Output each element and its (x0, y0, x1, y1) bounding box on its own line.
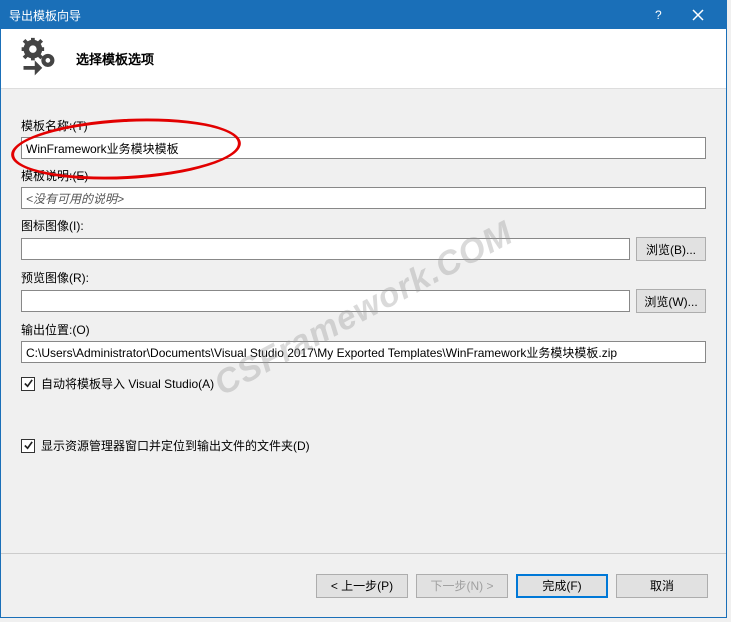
wizard-footer: < 上一步(P) 下一步(N) > 完成(F) 取消 (1, 553, 726, 617)
titlebar: 导出模板向导 ? (1, 1, 726, 29)
preview-image-label: 预览图像(R): (21, 269, 89, 286)
wizard-window: 导出模板向导 ? 选择模 (0, 0, 727, 618)
window-title: 导出模板向导 (9, 7, 638, 24)
checkbox-checked-icon (21, 377, 35, 391)
auto-import-label: 自动将模板导入 Visual Studio(A) (41, 375, 214, 392)
svg-text:?: ? (655, 9, 662, 21)
preview-image-input[interactable] (21, 290, 630, 312)
icon-image-row: 图标图像(I): 浏览(B)... (21, 217, 706, 261)
gear-icon (16, 36, 61, 81)
output-location-row: 输出位置:(O) (21, 321, 706, 363)
template-name-label: 模板名称:(T) (21, 117, 88, 134)
next-button: 下一步(N) > (416, 574, 508, 598)
show-explorer-checkbox-row[interactable]: 显示资源管理器窗口并定位到输出文件的文件夹(D) (21, 437, 706, 454)
icon-image-input[interactable] (21, 238, 630, 260)
icon-image-label: 图标图像(I): (21, 217, 84, 234)
close-button[interactable] (678, 1, 718, 29)
template-name-row: 模板名称:(T) (21, 117, 706, 159)
page-title: 选择模板选项 (76, 49, 154, 68)
template-desc-label: 模板说明:(E) (21, 167, 88, 184)
wizard-header: 选择模板选项 (1, 29, 726, 89)
content-area: 模板名称:(T) 模板说明:(E) 图标图像(I): 浏览(B)... 预览图像… (1, 89, 726, 553)
preview-image-row: 预览图像(R): 浏览(W)... (21, 269, 706, 313)
finish-button[interactable]: 完成(F) (516, 574, 608, 598)
template-desc-row: 模板说明:(E) (21, 167, 706, 209)
preview-browse-button[interactable]: 浏览(W)... (636, 289, 706, 313)
template-name-input[interactable] (21, 137, 706, 159)
help-button[interactable]: ? (638, 1, 678, 29)
icon-browse-button[interactable]: 浏览(B)... (636, 237, 706, 261)
output-location-input[interactable] (21, 341, 706, 363)
template-desc-input[interactable] (21, 187, 706, 209)
cancel-button[interactable]: 取消 (616, 574, 708, 598)
output-location-label: 输出位置:(O) (21, 321, 90, 338)
auto-import-checkbox-row[interactable]: 自动将模板导入 Visual Studio(A) (21, 375, 706, 392)
checkbox-checked-icon (21, 439, 35, 453)
show-explorer-label: 显示资源管理器窗口并定位到输出文件的文件夹(D) (41, 437, 310, 454)
previous-button[interactable]: < 上一步(P) (316, 574, 408, 598)
